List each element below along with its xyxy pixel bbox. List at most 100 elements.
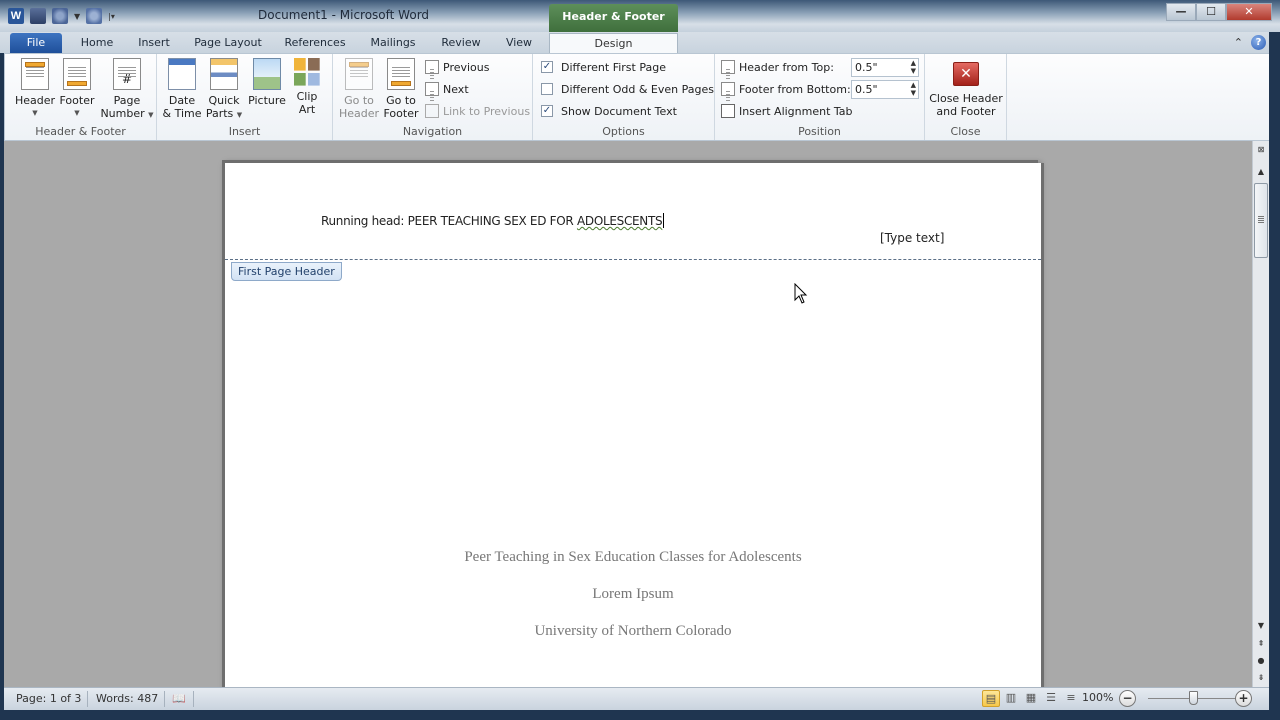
page-number-icon: # (113, 58, 141, 90)
select-browse-object-icon[interactable]: ● (1254, 654, 1268, 668)
tab-home[interactable]: Home (70, 33, 124, 53)
group-position: Header from Top: 0.5" ▲ ▼ Footer from Bot… (715, 54, 925, 140)
insert-alignment-tab-button[interactable]: Insert Alignment Tab (721, 101, 853, 121)
picture-button[interactable]: Picture (245, 58, 289, 107)
ruler-toggle-icon[interactable]: ⊠ (1254, 143, 1268, 157)
page-number-button[interactable]: # Page Number ▼ (99, 58, 155, 122)
tab-insert[interactable]: Insert (130, 33, 178, 53)
customize-qat-icon[interactable]: |▾ (108, 12, 115, 21)
quick-parts-icon (210, 58, 238, 90)
zoom-slider-thumb[interactable] (1189, 691, 1198, 705)
spinner-arrows-icon[interactable]: ▲ ▼ (911, 81, 916, 97)
ribbon: Header ▼ Footer ▼ # Page Number ▼ Header… (4, 53, 1276, 141)
undo-dropdown-icon[interactable]: ▼ (74, 12, 80, 21)
vertical-scrollbar[interactable]: ⊠ ▲ ▼ ⇞ ● ⇟ (1252, 141, 1269, 687)
close-header-footer-button[interactable]: ✕ Close Header and Footer (927, 56, 1005, 118)
document-page[interactable]: Running head: PEER TEACHING SEX ED FOR A… (225, 163, 1041, 687)
minimize-button[interactable]: — (1166, 3, 1196, 21)
different-odd-even-checkbox[interactable]: Different Odd & Even Pages (541, 79, 714, 99)
ribbon-tabs: File Home Insert Page Layout References … (0, 32, 1280, 53)
status-bar: Page: 1 of 3 Words: 487 📖 ▤ ▥ ▦ ☰ ≡ 100%… (4, 687, 1269, 710)
footer-from-bottom-label: Footer from Bottom: (721, 79, 851, 103)
header-position-icon (721, 60, 735, 81)
previous-section-icon (425, 60, 439, 81)
zoom-level[interactable]: 100% (1082, 691, 1113, 704)
link-to-previous-button[interactable]: Link to Previous (425, 101, 530, 121)
header-icon (21, 58, 49, 90)
header-from-top-input[interactable]: 0.5" ▲ ▼ (851, 58, 919, 77)
close-window-button[interactable]: ✕ (1226, 3, 1272, 21)
full-screen-reading-view-icon[interactable]: ▥ (1002, 690, 1020, 707)
tab-mailings[interactable]: Mailings (362, 33, 424, 53)
dropdown-arrow-icon: ▼ (32, 109, 38, 117)
checkbox-checked-icon: ✓ (541, 61, 553, 73)
tab-references[interactable]: References (280, 33, 350, 53)
scroll-up-icon[interactable]: ▲ (1254, 165, 1268, 179)
previous-button[interactable]: Previous (425, 57, 490, 81)
window-frame-bottom (0, 710, 1280, 720)
help-icon[interactable]: ? (1251, 35, 1266, 50)
close-x-icon: ✕ (953, 62, 979, 86)
clip-art-icon (294, 58, 320, 86)
go-to-footer-button[interactable]: Go to Footer (379, 58, 423, 120)
quick-access-toolbar: W ▼ |▾ (8, 8, 115, 24)
footer-button[interactable]: Footer ▼ (55, 58, 99, 120)
group-label: Header & Footer (35, 125, 126, 138)
tab-review[interactable]: Review (436, 33, 486, 53)
group-header-footer: Header ▼ Footer ▼ # Page Number ▼ Header… (5, 54, 157, 140)
word-count[interactable]: Words: 487 (90, 691, 166, 707)
page-count[interactable]: Page: 1 of 3 (10, 691, 89, 707)
show-document-text-checkbox[interactable]: ✓ Show Document Text (541, 101, 677, 121)
spelling-flagged-word[interactable]: ADOLESCENTS (577, 214, 663, 228)
quick-parts-button[interactable]: Quick Parts ▼ (203, 58, 245, 122)
document-workspace: Running head: PEER TEACHING SEX ED FOR A… (4, 141, 1252, 687)
go-to-header-button[interactable]: Go to Header (337, 58, 381, 120)
previous-page-icon[interactable]: ⇞ (1254, 637, 1268, 651)
header-from-top-label: Header from Top: (721, 57, 834, 81)
link-icon (425, 104, 439, 118)
word-icon[interactable]: W (8, 8, 24, 24)
running-head-text[interactable]: Running head: PEER TEACHING SEX ED FOR A… (321, 213, 665, 228)
tab-design[interactable]: Design (549, 33, 678, 53)
scrollbar-thumb[interactable] (1254, 183, 1268, 258)
tab-view[interactable]: View (498, 33, 540, 53)
scroll-down-icon[interactable]: ▼ (1254, 619, 1268, 633)
date-time-button[interactable]: Date & Time (161, 58, 203, 120)
print-layout-view-icon[interactable]: ▤ (982, 690, 1000, 707)
footer-icon (63, 58, 91, 90)
dropdown-arrow-icon: ▼ (148, 111, 154, 119)
web-layout-view-icon[interactable]: ▦ (1022, 690, 1040, 707)
different-first-page-checkbox[interactable]: ✓ Different First Page (541, 57, 666, 77)
outline-view-icon[interactable]: ☰ (1042, 690, 1060, 707)
group-label: Navigation (402, 125, 463, 138)
minimize-ribbon-icon[interactable]: ⌃ (1234, 36, 1243, 49)
proofing-errors-icon[interactable]: 📖 (166, 691, 194, 707)
zoom-in-icon[interactable]: + (1235, 690, 1252, 707)
checkbox-checked-icon: ✓ (541, 105, 553, 117)
checkbox-unchecked-icon (541, 83, 553, 95)
header-button[interactable]: Header ▼ (13, 58, 57, 120)
text-cursor (663, 213, 665, 228)
draft-view-icon[interactable]: ≡ (1062, 690, 1080, 707)
document-author[interactable]: Lorem Ipsum (225, 586, 1041, 603)
undo-icon[interactable] (52, 8, 68, 24)
footer-position-icon (721, 82, 735, 103)
save-icon[interactable] (30, 8, 46, 24)
redo-icon[interactable] (86, 8, 103, 24)
maximize-button[interactable]: ☐ (1196, 3, 1226, 21)
group-label: Options (602, 125, 645, 138)
type-text-placeholder[interactable]: [Type text] (880, 231, 944, 245)
contextual-tab-group-label: Header & Footer Tools (549, 4, 678, 49)
spinner-arrows-icon[interactable]: ▲ ▼ (911, 59, 916, 75)
zoom-out-icon[interactable]: − (1119, 690, 1136, 707)
footer-from-bottom-input[interactable]: 0.5" ▲ ▼ (851, 80, 919, 99)
next-button[interactable]: Next (425, 79, 469, 103)
next-page-icon[interactable]: ⇟ (1254, 671, 1268, 685)
tab-page-layout[interactable]: Page Layout (188, 33, 268, 53)
document-institution[interactable]: University of Northern Colorado (225, 623, 1041, 640)
tab-file[interactable]: File (10, 33, 62, 53)
title-bar: W ▼ |▾ Document1 - Microsoft Word Header… (0, 0, 1280, 49)
document-title[interactable]: Peer Teaching in Sex Education Classes f… (225, 549, 1041, 566)
clip-art-button[interactable]: Clip Art (289, 58, 325, 116)
first-page-header-label: First Page Header (231, 262, 342, 281)
